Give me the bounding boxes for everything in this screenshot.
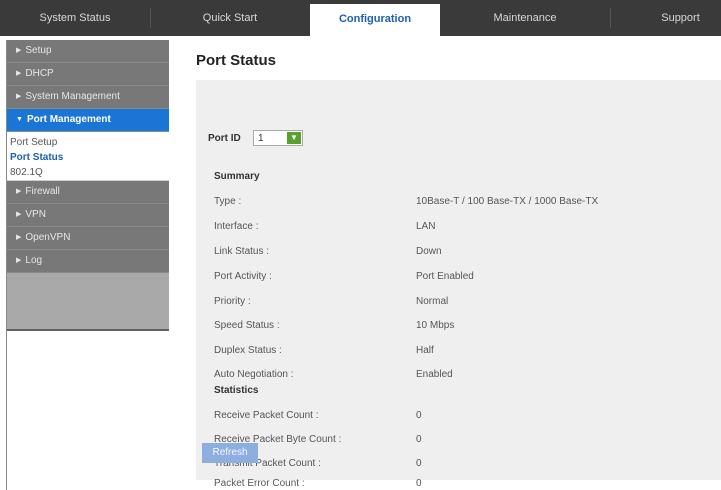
page-title: Port Status	[196, 52, 277, 69]
chevron-right-icon: ▶	[16, 211, 22, 218]
port-status-panel: Port ID 1 ▼ Summary Type : 10Base-T / 10…	[196, 80, 721, 489]
statistics-value: 0	[416, 458, 422, 469]
sidebar-item-label: Firewall	[25, 186, 60, 197]
sidebar-item-port-management[interactable]: ▼ Port Management	[6, 109, 169, 132]
sidebar-item-log[interactable]: ▶ Log	[6, 250, 169, 273]
tab-maintenance[interactable]: Maintenance	[440, 0, 610, 36]
summary-value: Port Enabled	[416, 271, 474, 282]
summary-value: 10 Mbps	[416, 320, 455, 331]
summary-label: Duplex Status :	[214, 345, 282, 356]
summary-value: Normal	[416, 296, 449, 307]
port-id-value: 1	[258, 133, 264, 144]
chevron-right-icon: ▶	[16, 93, 22, 100]
statistics-value: 0	[416, 478, 422, 489]
summary-value: Down	[416, 246, 442, 257]
tab-quick-start[interactable]: Quick Start	[150, 0, 310, 36]
sidebar-item-openvpn[interactable]: ▶ OpenVPN	[6, 227, 169, 250]
sidebar-item-setup[interactable]: ▶ Setup	[6, 40, 169, 63]
chevron-right-icon: ▶	[16, 70, 22, 77]
chevron-right-icon: ▶	[16, 234, 22, 241]
sidebar-item-label: OpenVPN	[25, 232, 71, 243]
top-navigation: System Status Quick Start Configuration …	[0, 0, 721, 36]
sidebar-item-label: Setup	[25, 45, 52, 56]
summary-value: LAN	[416, 221, 436, 232]
sidebar-item-label: System Management	[25, 91, 120, 102]
summary-label: Interface :	[214, 221, 259, 232]
sidebar: ▶ Setup ▶ DHCP ▶ System Management ▼ Port Ma…	[6, 40, 169, 490]
sidebar-divider	[6, 40, 7, 490]
port-id-label: Port ID	[208, 133, 241, 144]
sidebar-item-label: Log	[25, 255, 43, 266]
tab-separator	[610, 8, 611, 28]
summary-label: Type :	[214, 196, 242, 207]
statistics-label: Receive Packet Count :	[214, 410, 319, 421]
port-id-select[interactable]: 1 ▼	[253, 130, 303, 146]
tab-system-status[interactable]: System Status	[0, 0, 150, 36]
chevron-down-icon: ▼	[287, 132, 301, 144]
summary-label: Auto Negotiation :	[214, 369, 294, 380]
sidebar-item-firewall[interactable]: ▶ Firewall	[6, 181, 169, 204]
main-content: Port Status Port ID 1 ▼ Summary Type : 1…	[196, 40, 721, 490]
tab-support[interactable]: Support	[640, 0, 721, 36]
summary-value: 10Base-T / 100 Base-TX / 1000 Base-TX	[416, 196, 599, 207]
chevron-right-icon: ▶	[16, 188, 22, 195]
sidebar-subitem-port-setup[interactable]: Port Setup	[6, 132, 169, 150]
summary-heading: Summary	[214, 171, 260, 182]
sidebar-filler	[6, 273, 169, 331]
chevron-right-icon: ▶	[16, 47, 22, 54]
sidebar-item-label: VPN	[25, 209, 46, 220]
refresh-button[interactable]: Refresh	[202, 443, 258, 463]
statistics-heading: Statistics	[214, 385, 259, 396]
sidebar-subitem-port-status[interactable]: Port Status	[6, 150, 169, 165]
sidebar-item-label: Port Management	[26, 114, 111, 125]
statistics-value: 0	[416, 410, 422, 421]
summary-label: Speed Status :	[214, 320, 280, 331]
statistics-label: Packet Error Count :	[214, 478, 305, 489]
summary-label: Priority :	[214, 296, 251, 307]
sidebar-item-dhcp[interactable]: ▶ DHCP	[6, 63, 169, 86]
sidebar-item-system-management[interactable]: ▶ System Management	[6, 86, 169, 109]
sidebar-item-vpn[interactable]: ▶ VPN	[6, 204, 169, 227]
summary-value: Half	[416, 345, 434, 356]
statistics-value: 0	[416, 434, 422, 445]
chevron-down-icon: ▼	[16, 116, 23, 123]
summary-value: Enabled	[416, 369, 453, 380]
chevron-right-icon: ▶	[16, 257, 22, 264]
summary-label: Link Status :	[214, 246, 270, 257]
summary-label: Port Activity :	[214, 271, 272, 282]
sidebar-item-label: DHCP	[25, 68, 54, 79]
tab-configuration[interactable]: Configuration	[310, 4, 440, 36]
sidebar-subitem-802-1q[interactable]: 802.1Q	[6, 165, 169, 181]
